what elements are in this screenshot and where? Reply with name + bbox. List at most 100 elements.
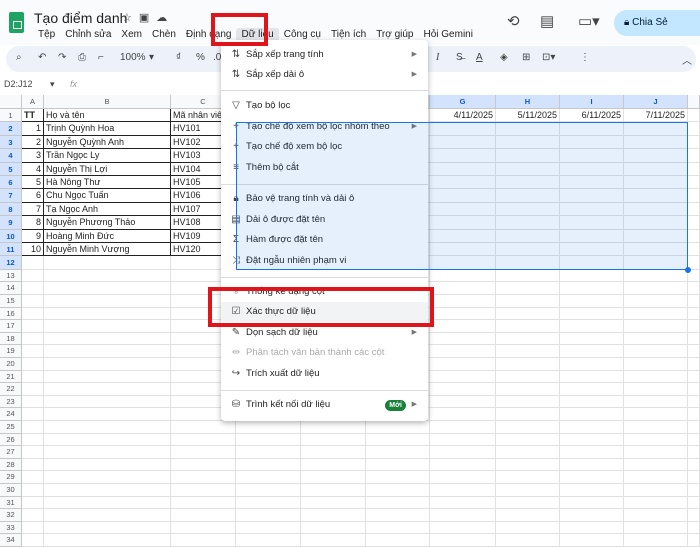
cell-H10[interactable] — [496, 229, 560, 243]
cell-extra[interactable] — [688, 243, 700, 257]
cell-I1[interactable]: 6/11/2025 — [560, 109, 624, 123]
cell-G19[interactable] — [430, 345, 496, 358]
row-header[interactable]: 3 — [0, 135, 22, 150]
cell-B11[interactable]: Nguyễn Minh Vượng — [44, 243, 171, 257]
row-header[interactable]: 16 — [0, 307, 22, 321]
cell-C25[interactable] — [171, 421, 236, 434]
menu-9[interactable]: Hỏi Gemini — [419, 28, 478, 42]
currency-button[interactable]: ₫ — [176, 52, 181, 63]
cell-A20[interactable] — [22, 358, 44, 371]
cell-D34[interactable] — [236, 534, 301, 547]
cell-H26[interactable] — [496, 433, 560, 447]
cell-G28[interactable] — [430, 458, 496, 472]
cell-B25[interactable] — [44, 421, 171, 434]
cell-extra[interactable] — [688, 484, 700, 497]
cell-extra[interactable] — [688, 458, 700, 472]
cell-B1[interactable]: Họ và tên — [44, 109, 171, 123]
cell-H12[interactable] — [496, 256, 560, 270]
cell-D25[interactable] — [236, 421, 301, 434]
column-header-extra[interactable] — [688, 95, 700, 109]
row-header[interactable]: 7 — [0, 189, 22, 203]
cell-E33[interactable] — [301, 521, 366, 535]
document-title[interactable]: Tạo điểm danh — [34, 10, 127, 26]
cell-J27[interactable] — [624, 446, 688, 459]
cell-A3[interactable]: 2 — [22, 135, 44, 150]
column-header-I[interactable]: I — [560, 95, 624, 109]
cell-A1[interactable]: TT — [22, 109, 44, 123]
cell-extra[interactable] — [688, 496, 700, 510]
strikethrough-icon[interactable]: S̶ — [456, 52, 463, 63]
row-header[interactable]: 9 — [0, 216, 22, 230]
cell-H11[interactable] — [496, 243, 560, 257]
cell-I6[interactable] — [560, 176, 624, 190]
italic-icon[interactable]: I — [436, 52, 439, 63]
collapse-icon[interactable]: ︿ — [682, 52, 692, 67]
cell-H24[interactable] — [496, 408, 560, 421]
cell-A12[interactable] — [22, 256, 44, 270]
row-header[interactable]: 28 — [0, 458, 22, 472]
cell-J29[interactable] — [624, 471, 688, 484]
cell-A19[interactable] — [22, 345, 44, 358]
cell-A28[interactable] — [22, 458, 44, 472]
cell-A25[interactable] — [22, 421, 44, 434]
cell-I32[interactable] — [560, 509, 624, 522]
menu-item-bulb[interactable]: ♁ Thống kê dạng cột — [221, 282, 428, 302]
cell-J11[interactable] — [624, 243, 688, 257]
row-header[interactable]: 24 — [0, 408, 22, 421]
cell-I7[interactable] — [560, 189, 624, 203]
star-icon[interactable]: ☆ — [122, 12, 139, 24]
cell-D30[interactable] — [236, 484, 301, 497]
borders-icon[interactable]: ⊞ — [522, 52, 530, 63]
cell-I13[interactable] — [560, 269, 624, 283]
cell-extra[interactable] — [688, 216, 700, 230]
meet-icon[interactable]: ▭▾ — [578, 12, 600, 30]
cell-extra[interactable] — [688, 122, 700, 136]
cell-G13[interactable] — [430, 269, 496, 283]
cell-extra[interactable] — [688, 358, 700, 371]
cell-I2[interactable] — [560, 122, 624, 136]
cell-H30[interactable] — [496, 484, 560, 497]
cell-J14[interactable] — [624, 282, 688, 295]
cell-H5[interactable] — [496, 162, 560, 176]
cell-B3[interactable]: Nguyễn Quỳnh Anh — [44, 135, 171, 150]
column-header-J[interactable]: J — [624, 95, 688, 109]
menu-0[interactable]: Tệp — [33, 28, 60, 42]
cell-extra[interactable] — [688, 332, 700, 346]
cell-I34[interactable] — [560, 534, 624, 547]
cell-extra[interactable] — [688, 189, 700, 203]
cell-C27[interactable] — [171, 446, 236, 459]
cell-G9[interactable] — [430, 216, 496, 230]
sheets-logo-icon[interactable] — [9, 12, 24, 33]
cell-C29[interactable] — [171, 471, 236, 484]
cell-extra[interactable] — [688, 176, 700, 190]
cell-H14[interactable] — [496, 282, 560, 295]
row-header[interactable]: 15 — [0, 295, 22, 308]
cell-A4[interactable]: 3 — [22, 149, 44, 163]
cell-G10[interactable] — [430, 229, 496, 243]
cell-B26[interactable] — [44, 433, 171, 447]
cell-extra[interactable] — [688, 295, 700, 308]
menu-item-sort[interactable]: ⇅ Sắp xếp trang tính ▶ — [221, 45, 428, 65]
cell-I11[interactable] — [560, 243, 624, 257]
cell-J15[interactable] — [624, 295, 688, 308]
cell-H7[interactable] — [496, 189, 560, 203]
cell-J26[interactable] — [624, 433, 688, 447]
cell-J33[interactable] — [624, 521, 688, 535]
cell-I18[interactable] — [560, 332, 624, 346]
cell-C31[interactable] — [171, 496, 236, 510]
cell-C34[interactable] — [171, 534, 236, 547]
menu-item-brush[interactable]: ✎ Dọn sạch dữ liệu ▶ — [221, 323, 428, 343]
cell-G7[interactable] — [430, 189, 496, 203]
menu-item-database[interactable]: ⛁ Trình kết nối dữ liệu Mới ▶ — [221, 395, 428, 415]
cell-I5[interactable] — [560, 162, 624, 176]
cell-B8[interactable]: Tạ Ngọc Anh — [44, 202, 171, 217]
row-header[interactable]: 32 — [0, 509, 22, 522]
cell-B12[interactable] — [44, 256, 171, 270]
cell-A5[interactable]: 4 — [22, 162, 44, 176]
column-header-A[interactable]: A — [22, 95, 44, 109]
cell-F33[interactable] — [366, 521, 430, 535]
cell-I14[interactable] — [560, 282, 624, 295]
row-header[interactable]: 13 — [0, 269, 22, 283]
cell-E34[interactable] — [301, 534, 366, 547]
cloud-status-icon[interactable]: ☁ — [156, 12, 174, 24]
